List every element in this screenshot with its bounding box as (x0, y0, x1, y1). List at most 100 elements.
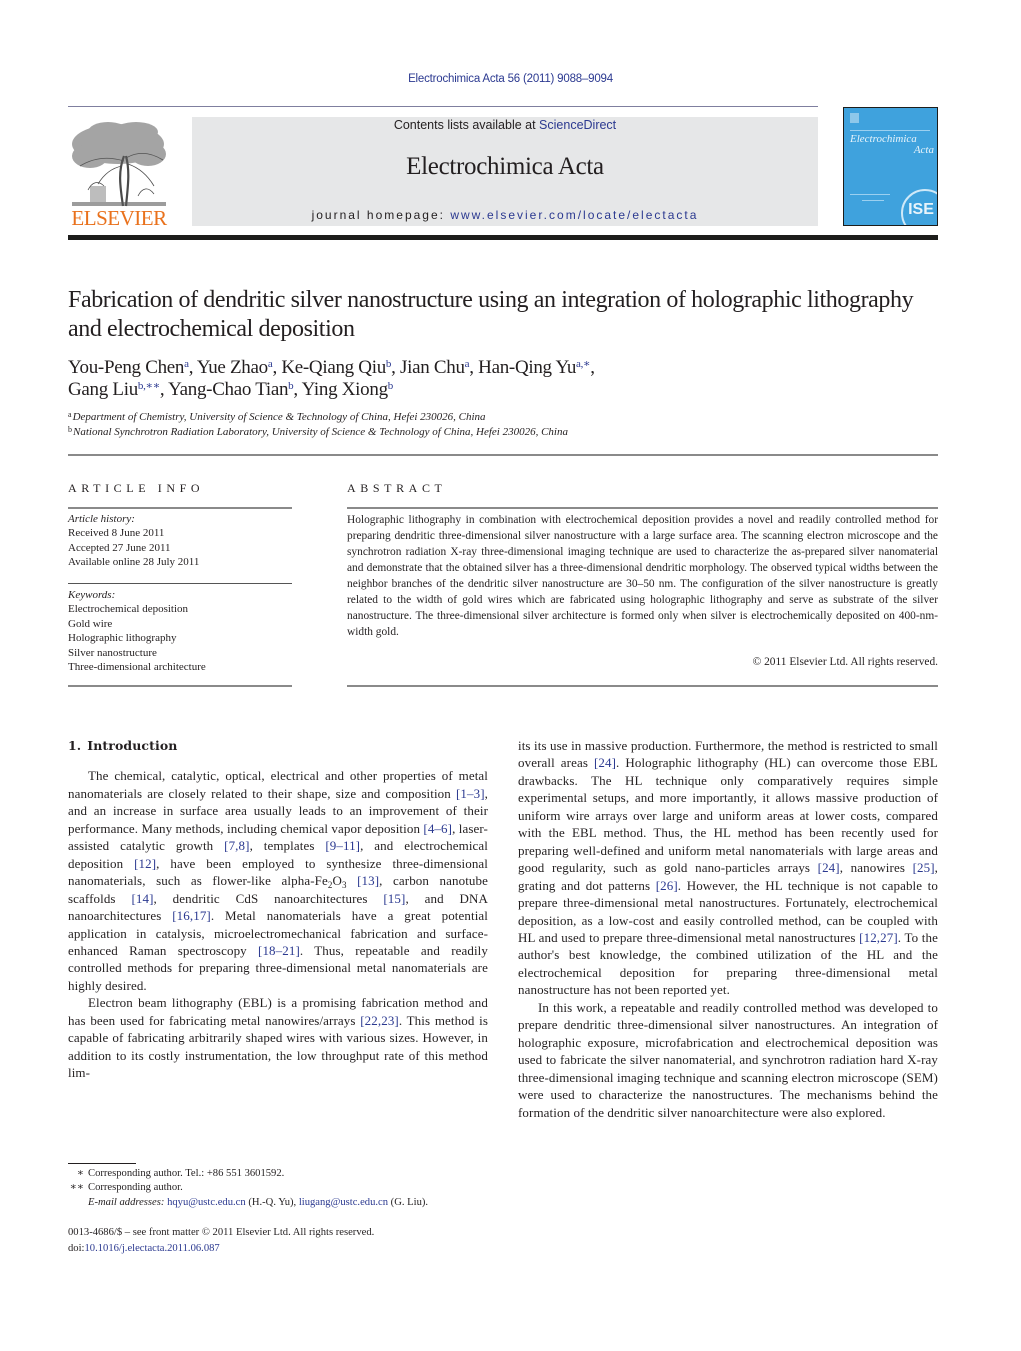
doi-label: doi: (68, 1242, 85, 1254)
affiliation-text: Department of Chemistry, University of S… (72, 411, 486, 423)
citation-link[interactable]: [13] (357, 873, 379, 888)
doi-line: doi:10.1016/j.electacta.2011.06.087 (68, 1241, 498, 1257)
article-history: Article history: Received 8 June 2011 Ac… (68, 512, 292, 570)
online-date: Available online 28 July 2011 (68, 556, 200, 569)
citation-link[interactable]: [14] (131, 891, 153, 906)
email-link[interactable]: liugang@ustc.edu.cn (299, 1197, 388, 1208)
article-info-heading: ARTICLE INFO (68, 481, 205, 495)
citation-link[interactable]: [24] (594, 755, 616, 770)
citation-link[interactable]: [12,27] (859, 930, 898, 945)
cover-line (850, 194, 890, 195)
homepage-link[interactable]: www.elsevier.com/locate/electacta (450, 208, 698, 222)
keyword[interactable]: Silver nanostructure (68, 646, 292, 660)
author-name[interactable]: Ke-Qiang Qiu (281, 357, 386, 378)
sciencedirect-link[interactable]: ScienceDirect (539, 118, 616, 132)
contents-prefix: Contents lists available at (393, 118, 540, 132)
journal-masthead: Contents lists available at ScienceDirec… (192, 117, 818, 226)
keywords-label: Keywords: (68, 589, 116, 601)
cover-line (850, 130, 930, 131)
citation-link[interactable]: [25] (913, 860, 935, 875)
homepage-label: journal homepage: (311, 208, 451, 222)
paragraph: The chemical, catalytic, optical, electr… (68, 768, 488, 993)
citation-link[interactable]: [15] (383, 891, 405, 906)
footnote-mark: ∗∗ (69, 1182, 84, 1194)
affiliation-b: bNational Synchrotron Radiation Laborato… (68, 425, 938, 440)
footnote-mark: ∗ (76, 1168, 84, 1179)
abstract-heading: ABSTRACT (347, 481, 447, 495)
section-title: Introduction (87, 738, 178, 753)
article-history-label: Article history: (68, 513, 135, 525)
citation-link[interactable]: [9–11] (325, 838, 360, 853)
author-name[interactable]: Jian Chu (400, 357, 465, 378)
author-separator: , (391, 357, 401, 378)
paragraph: Electron beam lithography (EBL) is a pro… (68, 995, 488, 1081)
author-line-2: Gang Liub,∗∗, Yang-Chao Tian b, Ying Xion… (68, 379, 938, 401)
citation-link[interactable]: [18–21] (258, 943, 300, 958)
author-name[interactable]: Gang Liu (68, 379, 138, 400)
elsevier-wordmark: ELSEVIER (71, 206, 167, 230)
section-heading: 1. Introduction (68, 737, 488, 754)
citation-link[interactable]: [1–3] (456, 786, 485, 801)
front-matter-divider (68, 454, 938, 456)
citation-link[interactable]: [22,23] (360, 1013, 399, 1028)
cover-publisher-icon (850, 113, 859, 123)
citation-link[interactable]: [7,8] (224, 838, 249, 853)
running-head[interactable]: Electrochimica Acta 56 (2011) 9088–9094 (0, 73, 1021, 85)
article-info-bottom-rule (68, 685, 292, 687)
email-owner: (G. Liu). (388, 1196, 429, 1208)
author-name[interactable]: Yue Zhao (197, 357, 268, 378)
body-column-right: its its use in massive production. Furth… (518, 737, 938, 1121)
doi-link[interactable]: 10.1016/j.electacta.2011.06.087 (84, 1243, 219, 1254)
abstract-rule (347, 507, 938, 509)
keyword[interactable]: Electrochemical deposition (68, 602, 292, 616)
citation-link[interactable]: [26] (656, 878, 678, 893)
email-link[interactable]: hqyu@ustc.edu.cn (167, 1197, 246, 1208)
citation-link[interactable]: [24] (818, 860, 840, 875)
issn-block: 0013-4686/$ – see front matter © 2011 El… (68, 1225, 498, 1256)
citation-link[interactable]: [4–6] (423, 821, 452, 836)
footnotes: ∗ Corresponding author. Tel.: +86 551 36… (68, 1167, 498, 1210)
footnote-rule (68, 1163, 136, 1164)
keyword[interactable]: Gold wire (68, 617, 292, 631)
abstract-copyright: © 2011 Elsevier Ltd. All rights reserved… (752, 656, 938, 668)
author-name[interactable]: Yang-Chao Tian (168, 379, 288, 400)
citation-link[interactable]: [16,17] (172, 908, 211, 923)
author-separator: , (590, 357, 595, 378)
cover-line (862, 200, 884, 201)
ise-seal-icon: ISE (901, 189, 937, 225)
author-separator: , (469, 357, 479, 378)
header-divider (68, 106, 818, 107)
email-label: E-mail addresses: (88, 1196, 165, 1208)
author-name[interactable]: Ying Xiong (302, 379, 389, 400)
journal-homepage: journal homepage: www.elsevier.com/locat… (192, 208, 818, 222)
keyword[interactable]: Three-dimensional architecture (68, 660, 292, 674)
article-info-rule (68, 507, 292, 509)
article-title: Fabrication of dendritic silver nanostru… (68, 287, 914, 342)
keyword[interactable]: Holographic lithography (68, 631, 292, 645)
footnote: ∗∗ Corresponding author. (68, 1181, 498, 1195)
email-footnote: E-mail addresses: hqyu@ustc.edu.cn (H.-Q… (68, 1196, 498, 1210)
author-affiliation-mark[interactable]: b,∗∗ (138, 380, 160, 392)
abstract-bottom-rule (347, 685, 938, 687)
paragraph: In this work, a repeatable and readily c… (518, 999, 938, 1120)
author-separator: , (159, 379, 169, 400)
author-affiliation-mark[interactable]: b (388, 380, 394, 392)
affiliation-mark: b (68, 425, 72, 434)
body-column-left: 1. Introduction The chemical, catalytic, … (68, 737, 488, 1082)
author-affiliation-mark[interactable]: a,∗ (576, 358, 591, 370)
subscript: 2 (327, 880, 333, 891)
abstract-text: Holographic lithography in combination w… (347, 514, 938, 638)
author-line-1: You-Peng Chena, Yue Zhaoa, Ke-Qiang Qiub… (68, 357, 938, 379)
author-separator: , (272, 357, 282, 378)
keywords: Keywords: Electrochemical deposition Gol… (68, 588, 292, 674)
received-date: Received 8 June 2011 (68, 527, 165, 540)
footnote: ∗ Corresponding author. Tel.: +86 551 36… (68, 1167, 498, 1181)
author-name[interactable]: You-Peng Chen (68, 357, 184, 378)
author-list: You-Peng Chena, Yue Zhaoa, Ke-Qiang Qiub… (68, 357, 938, 401)
journal-cover-thumbnail[interactable]: Electrochimica Acta ISE (843, 107, 938, 226)
author-separator: , (188, 357, 197, 378)
affiliation-mark: a (68, 410, 72, 419)
author-name[interactable]: Han-Qing Yu (478, 357, 576, 378)
issn-line: 0013-4686/$ – see front matter © 2011 El… (68, 1227, 375, 1238)
citation-link[interactable]: [12] (134, 856, 156, 871)
